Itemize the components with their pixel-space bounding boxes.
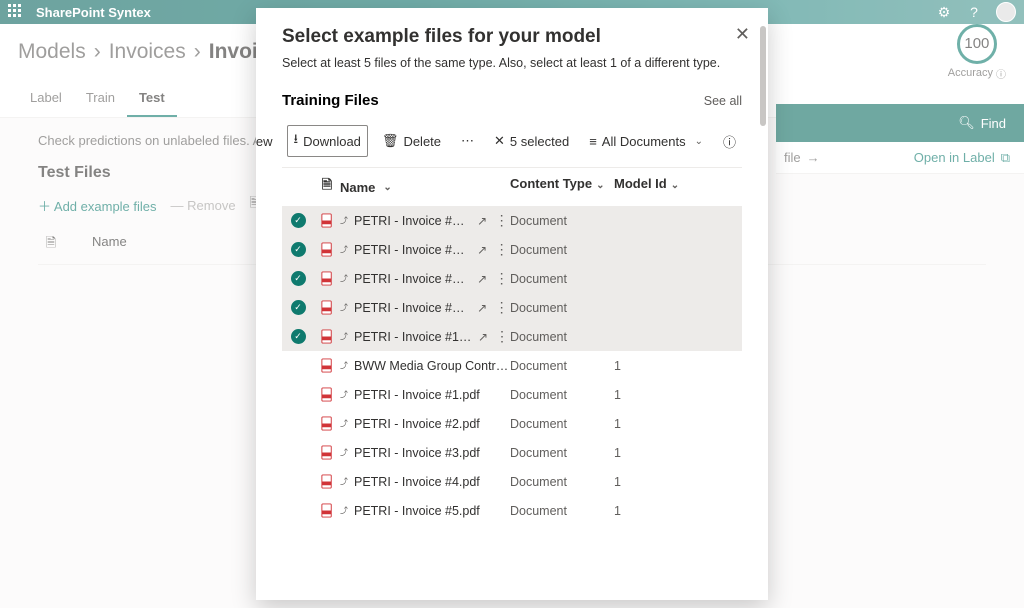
- close-icon[interactable]: ✕: [735, 24, 750, 45]
- content-type-cell: Document: [510, 446, 614, 460]
- table-row[interactable]: ✓⤴PETRI - Invoice #9.pdf↗⋮Document: [282, 293, 742, 322]
- model-id-cell: 1: [614, 475, 682, 489]
- checked-icon[interactable]: ✓: [291, 271, 306, 286]
- share-icon[interactable]: ↗: [477, 214, 487, 228]
- file-name[interactable]: BWW Media Group Contributor A…: [354, 359, 510, 373]
- pdf-icon: [314, 445, 340, 460]
- pdf-icon: [314, 416, 340, 431]
- chevron-down-icon: ⌄: [383, 182, 391, 193]
- edit-grid-button[interactable]: ▦Edit in grid view: [256, 129, 279, 153]
- pdf-icon: [314, 474, 340, 489]
- content-type-cell: Document: [510, 330, 614, 344]
- checked-icon[interactable]: ✓: [291, 242, 306, 257]
- pdf-icon: [314, 358, 340, 373]
- pdf-icon: [314, 271, 340, 286]
- content-type-cell: Document: [510, 272, 614, 286]
- modal-title: Select example files for your model: [282, 26, 742, 48]
- file-name[interactable]: PETRI - Invoice #9.pdf: [354, 301, 471, 315]
- table-row[interactable]: ⤴PETRI - Invoice #1.pdfDocument1: [282, 380, 742, 409]
- overflow-button[interactable]: ⋯: [455, 129, 480, 153]
- info-button[interactable]: ⓘ: [717, 128, 742, 155]
- pdf-icon: [314, 329, 340, 344]
- model-id-cell: 1: [614, 388, 682, 402]
- checked-icon[interactable]: ✓: [291, 300, 306, 315]
- info-icon: ⓘ: [723, 132, 736, 151]
- row-more-icon[interactable]: ⋮: [493, 270, 510, 287]
- content-type-cell: Document: [510, 301, 614, 315]
- file-name[interactable]: PETRI - Invoice #10.pdf: [354, 330, 472, 344]
- pdf-icon: [314, 300, 340, 315]
- file-name[interactable]: PETRI - Invoice #7.pdf: [354, 243, 471, 257]
- model-id-cell: 1: [614, 446, 682, 460]
- model-id-cell: 1: [614, 417, 682, 431]
- file-name[interactable]: PETRI - Invoice #8.pdf: [354, 272, 471, 286]
- trash-icon: 🗑: [382, 133, 399, 149]
- table-row[interactable]: ✓⤴PETRI - Invoice #7.pdf↗⋮Document: [282, 235, 742, 264]
- table-row[interactable]: ⤴PETRI - Invoice #4.pdfDocument1: [282, 467, 742, 496]
- content-type-cell: Document: [510, 475, 614, 489]
- row-more-icon[interactable]: ⋮: [493, 241, 510, 258]
- row-more-icon[interactable]: ⋮: [494, 328, 510, 345]
- pdf-icon: [314, 387, 340, 402]
- pdf-icon: [314, 503, 340, 518]
- file-name[interactable]: PETRI - Invoice #3.pdf: [354, 446, 480, 460]
- chevron-down-icon: ⌄: [596, 180, 604, 191]
- content-type-cell: Document: [510, 417, 614, 431]
- chevron-down-icon: ⌄: [671, 180, 679, 191]
- model-id-col[interactable]: Model Id⌄: [614, 176, 682, 198]
- table-row[interactable]: ⤴PETRI - Invoice #5.pdfDocument1: [282, 496, 742, 525]
- content-type-cell: Document: [510, 388, 614, 402]
- table-row[interactable]: ⤴BWW Media Group Contributor A…Document1: [282, 351, 742, 380]
- row-more-icon[interactable]: ⋮: [493, 299, 510, 316]
- content-type-col[interactable]: Content Type⌄: [510, 176, 614, 198]
- share-icon[interactable]: ↗: [477, 243, 487, 257]
- download-button[interactable]: ⭳Download: [287, 125, 368, 157]
- table-row[interactable]: ✓⤴PETRI - Invoice #10.pdf↗⋮Document: [282, 322, 742, 351]
- share-icon[interactable]: ↗: [477, 272, 487, 286]
- table-row[interactable]: ✓⤴PETRI - Invoice #6.pdf↗⋮Document: [282, 206, 742, 235]
- share-icon[interactable]: ↗: [477, 301, 487, 315]
- checked-icon[interactable]: ✓: [291, 213, 306, 228]
- file-name[interactable]: PETRI - Invoice #4.pdf: [354, 475, 480, 489]
- view-selector[interactable]: ≡All Documents⌄: [583, 130, 709, 153]
- section-training-files: Training Files: [282, 92, 379, 109]
- see-all-link[interactable]: See all: [704, 94, 742, 108]
- file-name[interactable]: PETRI - Invoice #2.pdf: [354, 417, 480, 431]
- download-icon: ⭳: [294, 130, 299, 152]
- clear-selection[interactable]: ✕5 selected: [488, 129, 575, 153]
- name-col[interactable]: Name⌄: [340, 176, 510, 198]
- content-type-cell: Document: [510, 359, 614, 373]
- file-name[interactable]: PETRI - Invoice #1.pdf: [354, 388, 480, 402]
- content-type-cell: Document: [510, 214, 614, 228]
- pdf-icon: [314, 242, 340, 257]
- file-type-col[interactable]: 🗎: [314, 176, 340, 198]
- file-name[interactable]: PETRI - Invoice #5.pdf: [354, 504, 480, 518]
- select-files-modal: ✕ Select example files for your model Se…: [256, 8, 768, 600]
- delete-button[interactable]: 🗑Delete: [376, 129, 447, 153]
- model-id-cell: 1: [614, 504, 682, 518]
- content-type-cell: Document: [510, 243, 614, 257]
- table-row[interactable]: ⤴PETRI - Invoice #2.pdfDocument1: [282, 409, 742, 438]
- content-type-cell: Document: [510, 504, 614, 518]
- scrollbar[interactable]: [758, 26, 766, 592]
- pdf-icon: [314, 213, 340, 228]
- command-bar: ▦Edit in grid view ⭳Download 🗑Delete ⋯ ✕…: [282, 119, 742, 168]
- table-row[interactable]: ⤴PETRI - Invoice #3.pdfDocument1: [282, 438, 742, 467]
- x-icon: ✕: [494, 133, 505, 149]
- checked-icon[interactable]: ✓: [291, 329, 306, 344]
- modal-subtitle: Select at least 5 files of the same type…: [282, 56, 742, 70]
- chevron-down-icon: ⌄: [695, 136, 703, 147]
- row-more-icon[interactable]: ⋮: [493, 212, 510, 229]
- model-id-cell: 1: [614, 359, 682, 373]
- share-icon[interactable]: ↗: [478, 330, 488, 344]
- table-row[interactable]: ✓⤴PETRI - Invoice #8.pdf↗⋮Document: [282, 264, 742, 293]
- file-list: ✓⤴PETRI - Invoice #6.pdf↗⋮Document✓⤴PETR…: [282, 206, 742, 525]
- list-icon: ≡: [589, 134, 597, 149]
- column-headers: 🗎 Name⌄ Content Type⌄ Model Id⌄: [282, 168, 742, 206]
- file-name[interactable]: PETRI - Invoice #6.pdf: [354, 214, 471, 228]
